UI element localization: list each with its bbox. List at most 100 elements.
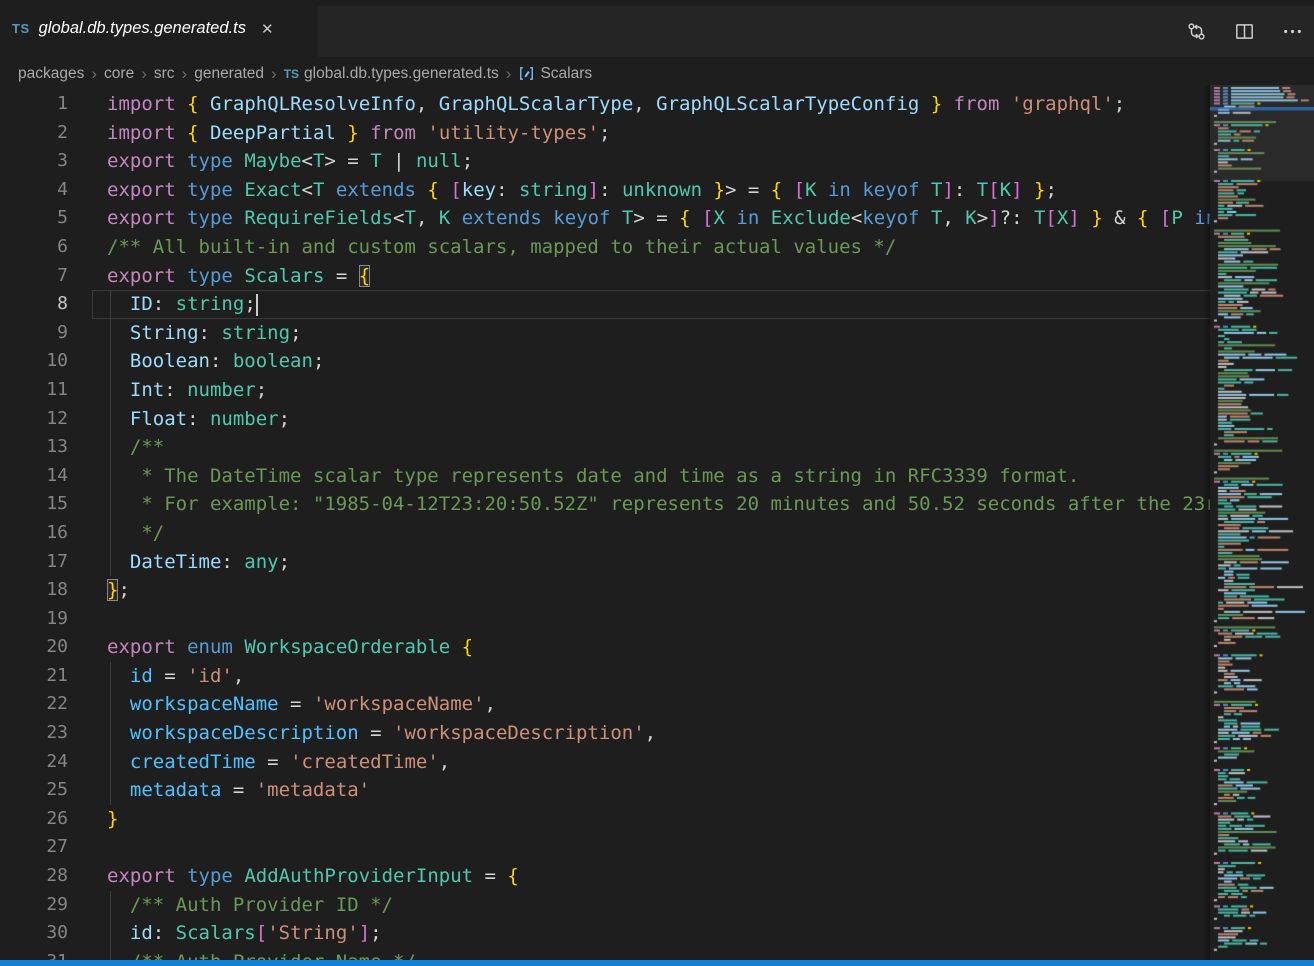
code-token: ?: — [1000, 207, 1034, 229]
code-token: } — [714, 179, 725, 201]
code-token: GraphQLResolveInfo — [210, 93, 416, 115]
line-number: 1 — [0, 90, 68, 119]
code-token: , — [439, 751, 450, 773]
code-token — [233, 265, 244, 287]
code-line-18[interactable]: 18}; — [0, 576, 1210, 605]
code-token: T — [313, 150, 324, 172]
code-token: = — [153, 665, 187, 687]
code-token: T — [931, 179, 942, 201]
line-number: 23 — [0, 719, 68, 748]
code-line-3[interactable]: 3export type Maybe<T> = T | null; — [0, 147, 1210, 176]
code-token — [942, 93, 953, 115]
code-token: ; — [599, 122, 610, 144]
breadcrumb-item-src[interactable]: src — [154, 65, 175, 83]
code-token: id — [130, 665, 153, 687]
code-token — [1148, 207, 1159, 229]
code-text: id: Scalars['String']; — [107, 919, 382, 948]
code-token — [176, 207, 187, 229]
code-token: : — [954, 179, 977, 201]
code-token: string — [221, 322, 290, 344]
code-line-15[interactable]: 15 * For example: "1985-04-12T23:20:50.5… — [0, 490, 1210, 519]
code-token: > = — [725, 179, 771, 201]
code-line-20[interactable]: 20export enum WorkspaceOrderable { — [0, 633, 1210, 662]
code-line-5[interactable]: 5export type RequireFields<T, K extends … — [0, 204, 1210, 233]
line-number: 8 — [0, 290, 68, 319]
code-line-30[interactable]: 30 id: Scalars['String']; — [0, 919, 1210, 948]
code-line-28[interactable]: 28export type AddAuthProviderInput = { — [0, 862, 1210, 891]
code-line-4[interactable]: 4export type Exact<T extends { [key: str… — [0, 176, 1210, 205]
code-line-1[interactable]: 1import { GraphQLResolveInfo, GraphQLSca… — [0, 90, 1210, 119]
breadcrumb-item-global-db-types-generated-ts[interactable]: TSglobal.db.types.generated.ts — [284, 65, 499, 83]
code-line-10[interactable]: 10 Boolean: boolean; — [0, 347, 1210, 376]
code-token: , — [645, 722, 656, 744]
code-text: ID: string; — [107, 290, 258, 319]
code-token: } — [107, 808, 118, 830]
code-line-29[interactable]: 29 /** Auth Provider ID */ — [0, 891, 1210, 920]
code-text: export type Maybe<T> = T | null; — [107, 147, 473, 176]
breadcrumb-item-generated[interactable]: generated — [194, 65, 264, 83]
code-line-19[interactable]: 19 — [0, 605, 1210, 634]
code-text: String: string; — [107, 319, 302, 348]
code-line-31[interactable]: 31 /** Auth Provider Name */ — [0, 948, 1210, 960]
code-token: 'createdTime' — [290, 751, 439, 773]
code-token: ; — [290, 322, 301, 344]
close-icon[interactable]: ✕ — [261, 20, 274, 38]
code-token: Float — [130, 408, 187, 430]
code-token: extends — [462, 207, 542, 229]
code-token: Int — [130, 379, 164, 401]
code-line-16[interactable]: 16 */ — [0, 519, 1210, 548]
code-text: /** Auth Provider Name */ — [107, 948, 416, 960]
line-number: 24 — [0, 748, 68, 777]
chevron-right-icon: › — [91, 64, 97, 84]
code-token — [439, 179, 450, 201]
code-line-9[interactable]: 9 String: string; — [0, 319, 1210, 348]
code-line-24[interactable]: 24 createdTime = 'createdTime', — [0, 748, 1210, 777]
tab-global-db-types-generated[interactable]: TS global.db.types.generated.ts ✕ — [0, 0, 318, 57]
code-line-12[interactable]: 12 Float: number; — [0, 405, 1210, 434]
minimap[interactable] — [1210, 85, 1314, 960]
code-token: } — [107, 579, 118, 601]
more-actions-icon[interactable] — [1280, 20, 1304, 44]
code-line-25[interactable]: 25 metadata = 'metadata' — [0, 776, 1210, 805]
breadcrumb-item-packages[interactable]: packages — [18, 65, 84, 83]
code-token — [233, 207, 244, 229]
code-line-2[interactable]: 2import { DeepPartial } from 'utility-ty… — [0, 119, 1210, 148]
code-token — [919, 207, 930, 229]
code-line-6[interactable]: 6/** All built-in and custom scalars, ma… — [0, 233, 1210, 262]
code-token: 'metadata' — [256, 779, 370, 801]
code-token — [107, 922, 130, 944]
code-token — [176, 122, 187, 144]
code-line-8[interactable]: 8 ID: string; — [0, 290, 1210, 319]
code-token: T — [313, 179, 324, 201]
line-number: 15 — [0, 490, 68, 519]
code-line-17[interactable]: 17 DateTime: any; — [0, 548, 1210, 577]
code-token: T — [931, 207, 942, 229]
code-line-13[interactable]: 13 /** — [0, 433, 1210, 462]
breadcrumb-item-scalars[interactable]: Scalars — [518, 65, 592, 83]
code-line-23[interactable]: 23 workspaceDescription = 'workspaceDesc… — [0, 719, 1210, 748]
code-token: ] — [1011, 179, 1022, 201]
breadcrumb-item-core[interactable]: core — [104, 65, 134, 83]
code-token: export — [107, 150, 176, 172]
code-line-7[interactable]: 7export type Scalars = { — [0, 262, 1210, 291]
code-line-11[interactable]: 11 Int: number; — [0, 376, 1210, 405]
code-token — [233, 150, 244, 172]
code-line-21[interactable]: 21 id = 'id', — [0, 662, 1210, 691]
code-token: { — [187, 93, 198, 115]
tab-title: global.db.types.generated.ts — [39, 19, 246, 38]
line-number: 11 — [0, 376, 68, 405]
open-changes-icon[interactable] — [1184, 20, 1208, 44]
code-token: keyof — [862, 207, 919, 229]
code-line-26[interactable]: 26} — [0, 805, 1210, 834]
code-line-27[interactable]: 27 — [0, 833, 1210, 862]
code-token — [176, 865, 187, 887]
code-token: export — [107, 179, 176, 201]
minimap-canvas[interactable] — [1210, 85, 1314, 960]
code-token — [233, 865, 244, 887]
code-token — [107, 551, 130, 573]
code-line-22[interactable]: 22 workspaceName = 'workspaceName', — [0, 690, 1210, 719]
code-editor[interactable]: 1import { GraphQLResolveInfo, GraphQLSca… — [0, 90, 1210, 960]
code-line-14[interactable]: 14 * The DateTime scalar type represents… — [0, 462, 1210, 491]
code-token: [ — [1160, 207, 1171, 229]
split-editor-icon[interactable] — [1232, 20, 1256, 44]
